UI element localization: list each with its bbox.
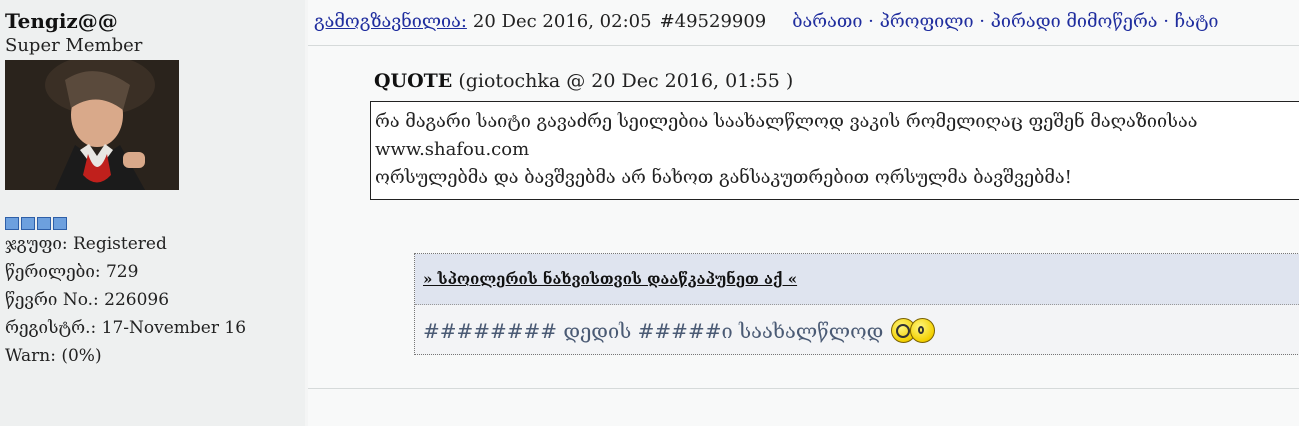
spoiler-toggle-label[interactable]: » სპოილერის ნახვისთვის დააწკაპუნეთ აქ « [423, 270, 797, 288]
rank-pip [53, 217, 67, 230]
spoiler-toggle[interactable]: » სპოილერის ნახვისთვის დააწკაპუნეთ აქ « [415, 254, 1299, 305]
group-label: ჯგუფი: [5, 234, 68, 254]
member-no-value: 226096 [104, 290, 170, 310]
registered-label: რეგისტრ.: [5, 318, 97, 338]
user-sidebar: Tengiz@@ Super Member ჯგუფი: Registered … [0, 0, 305, 426]
post-header: გამოგზავნილია: 20 Dec 2016, 02:05 #4952990… [308, 0, 1299, 46]
posts-label: წერილები: [5, 262, 101, 282]
registered-value: 17-November 16 [101, 318, 247, 338]
post-divider [308, 388, 1299, 389]
quote-label: QUOTE [374, 70, 453, 92]
posted-link[interactable]: გამოგზავნილია: [314, 11, 467, 32]
quote-meta: (giotochka @ 20 Dec 2016, 01:55 ) [458, 70, 794, 92]
username[interactable]: Tengiz@@ [5, 8, 305, 34]
rank-pip [37, 217, 51, 230]
user-registered: რეგისტრ.: 17-November 16 [5, 314, 305, 342]
quote-line: www.shafou.com [375, 139, 530, 160]
group-value: Registered [73, 234, 167, 254]
post-main: გამოგზავნილია: 20 Dec 2016, 02:05 #4952990… [308, 0, 1299, 426]
spoiler-text: ######## დედის #####ი საახალწლოდ [423, 318, 884, 343]
spoiler-content: ######## დედის #####ი საახალწლოდ [415, 305, 1299, 343]
post-date: 20 Dec 2016, 02:05 [472, 11, 652, 32]
warn-value[interactable]: (0%) [61, 346, 101, 366]
user-title: Super Member [5, 35, 143, 56]
posts-value: 729 [105, 262, 139, 282]
quote-box: რა მაგარი საიტი გავაძრე სეილებია საახალწ… [370, 101, 1299, 200]
quote-header: QUOTE (giotochka @ 20 Dec 2016, 01:55 ) [374, 70, 793, 92]
user-group: ჯგუფი: Registered [5, 230, 305, 258]
warn-label: Warn: [5, 346, 56, 366]
spoiler-block: » სპოილერის ნახვისთვის დააწკაპუნეთ აქ « … [414, 253, 1299, 355]
rank-pip [21, 217, 35, 230]
member-no-label: წევრი No.: [5, 290, 99, 310]
quote-line: ორსულებმა და ბავშვებმა არ ნახოთ განსაკუთ… [375, 167, 1072, 188]
avatar[interactable] [5, 60, 179, 190]
quote-line: რა მაგარი საიტი გავაძრე სეილებია საახალწ… [375, 111, 1198, 132]
user-member-no: წევრი No.: 226096 [5, 286, 305, 314]
rank-pip [5, 217, 19, 230]
avatar-portrait-image [5, 60, 179, 190]
user-warn: Warn: (0%) [5, 342, 305, 370]
post-number[interactable]: #49529909 [660, 11, 767, 32]
surprised-smiley-icon [910, 318, 936, 343]
rank-pips [5, 217, 305, 230]
post-nav-links[interactable]: ბარათი · პროფილი · პირადი მიმოწერა · ჩატ… [792, 11, 1218, 32]
user-posts: წერილები: 729 [5, 258, 305, 286]
